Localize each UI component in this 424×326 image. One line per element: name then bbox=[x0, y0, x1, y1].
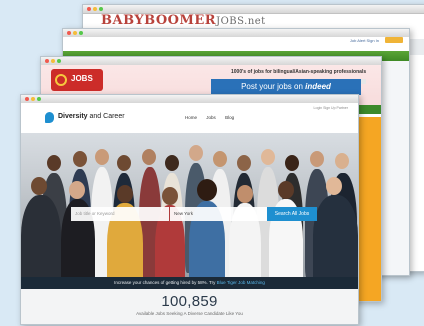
account-links[interactable]: Login Sign Up Partner bbox=[314, 106, 348, 110]
crowd-head bbox=[189, 145, 203, 161]
nav-links[interactable]: Job Alert Sign In bbox=[350, 38, 379, 43]
crowd-head bbox=[95, 149, 109, 165]
promo-banner: Increase your chances of getting hired b… bbox=[21, 277, 358, 289]
window-diversity-and-career[interactable]: Diversity and Career Home Jobs Blog Logi… bbox=[20, 94, 359, 325]
crowd-head bbox=[117, 155, 131, 171]
indeed-ad-banner[interactable]: Post your jobs on indeed bbox=[211, 79, 361, 95]
ad-choices-icon[interactable] bbox=[361, 79, 366, 84]
close-window-icon[interactable] bbox=[67, 31, 71, 35]
hero-photo bbox=[21, 133, 358, 277]
promo-link[interactable]: Blue Tiger Job Matching bbox=[217, 280, 265, 285]
ad-text: Post your jobs on bbox=[241, 82, 303, 91]
logo-text: BABYBOOMER bbox=[101, 13, 217, 28]
location-input[interactable]: New York bbox=[170, 207, 267, 221]
close-window-icon[interactable] bbox=[87, 7, 91, 11]
crowd-head bbox=[162, 187, 178, 205]
maximize-window-icon[interactable] bbox=[79, 31, 83, 35]
minimize-window-icon[interactable] bbox=[73, 31, 77, 35]
nav-jobs[interactable]: Jobs bbox=[206, 115, 216, 120]
promo-text: Increase your chances of getting hired b… bbox=[114, 280, 217, 285]
crowd-head bbox=[261, 149, 275, 165]
crowd-head bbox=[326, 177, 342, 195]
crowd-head bbox=[117, 185, 133, 203]
speech-bubble-logo-icon[interactable] bbox=[45, 112, 54, 123]
crowd-head bbox=[69, 181, 85, 199]
crowd-head bbox=[47, 155, 61, 171]
crowd-head bbox=[278, 181, 294, 199]
crowd-head bbox=[237, 155, 251, 171]
brand-rest: and Career bbox=[87, 113, 125, 120]
search-all-jobs-button[interactable]: Search All Jobs bbox=[267, 207, 317, 221]
logo-suffix: JOBS.net bbox=[216, 16, 266, 27]
main-nav: Home Jobs Blog bbox=[185, 115, 242, 120]
crowd-head bbox=[73, 151, 87, 167]
crowd-head bbox=[310, 151, 324, 167]
minimize-window-icon[interactable] bbox=[31, 97, 35, 101]
crowd-head bbox=[285, 155, 299, 171]
keyword-input[interactable]: Job title or Keyword bbox=[71, 207, 169, 221]
maximize-window-icon[interactable] bbox=[99, 7, 103, 11]
nav-home[interactable]: Home bbox=[185, 115, 197, 120]
brand-main: Diversity bbox=[58, 113, 88, 120]
crowd-head bbox=[197, 179, 217, 201]
crowd-figure bbox=[21, 195, 61, 277]
crowd-figure bbox=[313, 195, 358, 277]
brand-name[interactable]: Diversity and Career bbox=[58, 113, 125, 120]
crowd-head bbox=[142, 149, 156, 165]
crowd-head bbox=[237, 185, 253, 203]
post-job-button[interactable] bbox=[385, 37, 403, 43]
logo-label: JOBS bbox=[71, 74, 93, 83]
crowd-head bbox=[165, 155, 179, 171]
stats-section: 100,859 Available Jobs Seeking A Diverse… bbox=[21, 289, 358, 324]
maximize-window-icon[interactable] bbox=[57, 59, 61, 63]
orange-sidebar bbox=[357, 117, 381, 301]
site-header: Diversity and Career Home Jobs Blog Logi… bbox=[21, 103, 358, 133]
babyboomer-logo: BABYBOOMERJOBS.net bbox=[101, 13, 266, 28]
close-window-icon[interactable] bbox=[45, 59, 49, 63]
job-search-bar: Job title or Keyword New York Search All… bbox=[71, 207, 317, 221]
maximize-window-icon[interactable] bbox=[37, 97, 41, 101]
logo-ring-icon bbox=[55, 74, 67, 86]
minimize-window-icon[interactable] bbox=[51, 59, 55, 63]
crowd-head bbox=[335, 153, 349, 169]
site-logo[interactable]: JOBS bbox=[51, 69, 103, 91]
crowd-head bbox=[213, 151, 227, 167]
close-window-icon[interactable] bbox=[25, 97, 29, 101]
ad-brand: indeed bbox=[305, 82, 331, 91]
crowd-head bbox=[31, 177, 47, 195]
job-count: 100,859 bbox=[161, 293, 218, 310]
tagline: 1000's of jobs for bilingual/Asian-speak… bbox=[231, 69, 367, 75]
nav-blog[interactable]: Blog bbox=[225, 115, 234, 120]
minimize-window-icon[interactable] bbox=[93, 7, 97, 11]
job-count-label: Available Jobs Seeking A Diverse Candida… bbox=[136, 311, 243, 316]
